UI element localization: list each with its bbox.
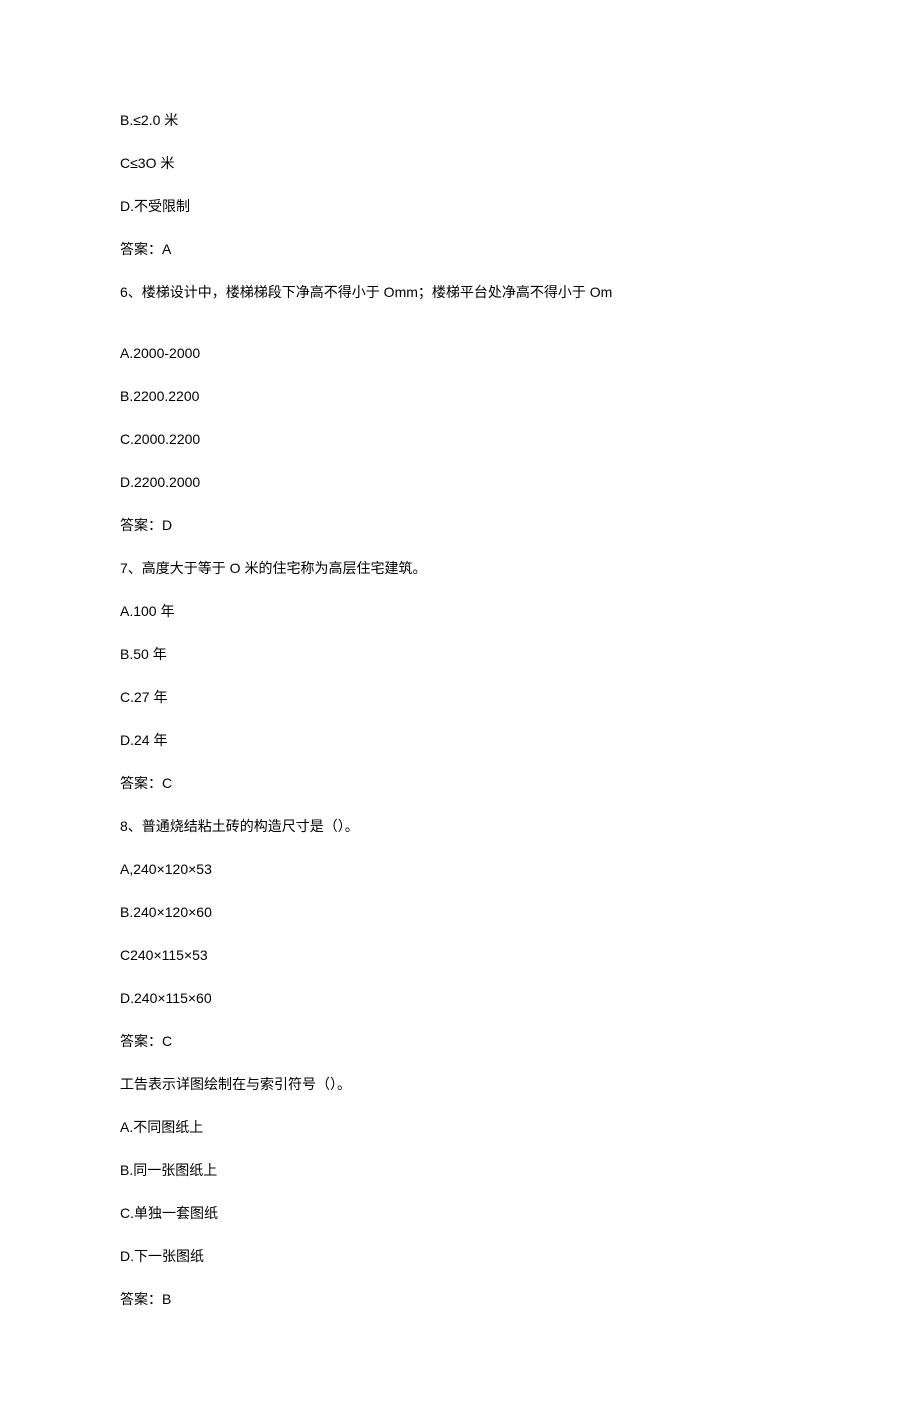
q8-option-d: D.240×115×60 — [120, 988, 800, 1009]
q7-option-c: C.27 年 — [120, 687, 800, 708]
q8-option-b: B.240×120×60 — [120, 902, 800, 923]
q6-option-d: D.2200.2000 — [120, 472, 800, 493]
q9-answer: 答案：B — [120, 1289, 800, 1310]
q9-option-d: D.下一张图纸 — [120, 1246, 800, 1267]
q6-option-b: B.2200.2200 — [120, 386, 800, 407]
q5-option-d: D.不受限制 — [120, 196, 800, 217]
q8-stem: 8、普通烧结粘土砖的构造尺寸是（）。 — [120, 816, 800, 837]
q7-answer: 答案：C — [120, 773, 800, 794]
q9-option-c: C.单独一套图纸 — [120, 1203, 800, 1224]
q8-option-a: A,240×120×53 — [120, 859, 800, 880]
q5-answer: 答案：A — [120, 239, 800, 260]
document-page: B.≤2.0 米 C≤3O 米 D.不受限制 答案：A 6、楼梯设计中，楼梯梯段… — [0, 0, 920, 1412]
q5-option-c: C≤3O 米 — [120, 153, 800, 174]
q7-stem: 7、高度大于等于 O 米的住宅称为高层住宅建筑。 — [120, 558, 800, 579]
q6-option-a: A.2000-2000 — [120, 343, 800, 364]
q7-option-b: B.50 年 — [120, 644, 800, 665]
q5-option-b: B.≤2.0 米 — [120, 110, 800, 131]
q6-answer: 答案：D — [120, 515, 800, 536]
q6-stem: 6、楼梯设计中，楼梯梯段下净高不得小于 Omm；楼梯平台处净高不得小于 Om — [120, 282, 800, 303]
q7-option-d: D.24 年 — [120, 730, 800, 751]
q9-stem: 工告表示详图绘制在与索引符号（）。 — [120, 1074, 800, 1095]
q8-option-c: C240×115×53 — [120, 945, 800, 966]
q9-option-b: B.同一张图纸上 — [120, 1160, 800, 1181]
q7-option-a: A.100 年 — [120, 601, 800, 622]
q6-option-c: C.2000.2200 — [120, 429, 800, 450]
q8-answer: 答案：C — [120, 1031, 800, 1052]
q9-option-a: A.不同图纸上 — [120, 1117, 800, 1138]
